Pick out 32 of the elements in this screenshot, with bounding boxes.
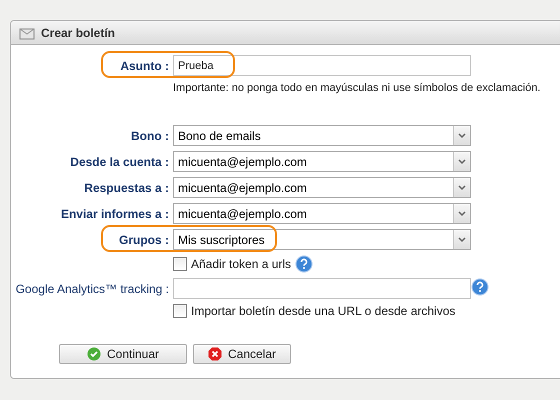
help-icon[interactable] <box>295 255 314 273</box>
field-label: Asunto : <box>120 58 170 72</box>
dropdown[interactable]: micuenta@ejemplo.com <box>173 203 471 224</box>
window-title: Crear boletín <box>41 26 116 40</box>
checkmark-icon <box>86 347 101 361</box>
field-label: Desde la cuenta : <box>70 154 170 168</box>
text-field[interactable]: Prueba <box>173 55 471 76</box>
caret-icon <box>453 204 470 223</box>
field-label: Enviar informes a : <box>60 206 170 220</box>
dropdown[interactable]: micuenta@ejemplo.com <box>173 151 471 172</box>
field-label: Respuestas a : <box>84 180 170 194</box>
dropdown[interactable]: Bono de emails <box>173 125 471 146</box>
cancel-icon <box>208 347 222 361</box>
caret-icon <box>453 152 470 171</box>
checkbox-label: Importar boletín desde una URL o desde archivos <box>191 304 456 318</box>
field-label: Bono : <box>131 128 170 142</box>
caret-icon <box>453 178 470 197</box>
text-field[interactable] <box>173 278 471 299</box>
checkbox[interactable] <box>173 257 187 271</box>
continue-button[interactable]: Continuar <box>59 344 187 364</box>
checkbox[interactable] <box>173 304 187 318</box>
hint-text: Importante: no ponga todo en mayúsculas ni use símbolos de exclamación. <box>173 81 540 95</box>
help-icon[interactable] <box>471 278 489 296</box>
field-label: Grupos : <box>119 232 170 246</box>
caret-icon <box>453 230 470 249</box>
caret-icon <box>453 126 470 145</box>
checkbox-label: Añadir token a urls <box>191 257 292 271</box>
cancel-button[interactable]: Cancelar <box>193 344 291 364</box>
field-label: Google Analytics™ tracking : <box>16 282 170 296</box>
dropdown[interactable]: Mis suscriptores <box>173 229 471 250</box>
dropdown[interactable]: micuenta@ejemplo.com <box>173 177 471 198</box>
envelope-icon <box>19 26 35 40</box>
